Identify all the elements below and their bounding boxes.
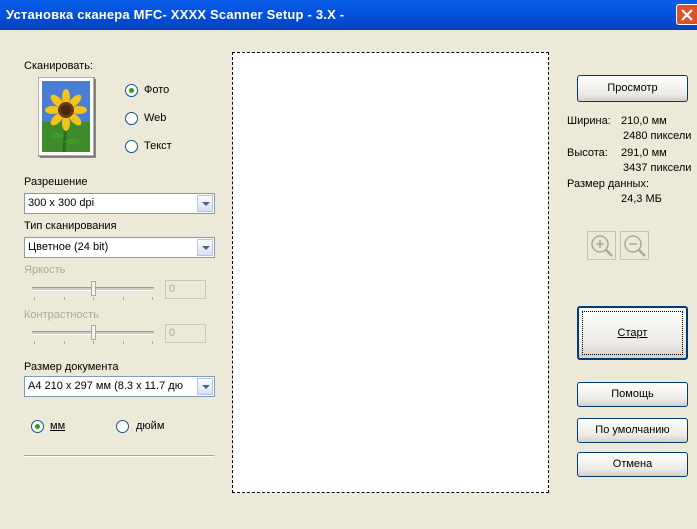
preview-button[interactable]: Просмотр <box>577 75 688 102</box>
doc-size-label: Размер документа <box>24 361 119 373</box>
window-title: Установка сканера MFC- XXXX Scanner Setu… <box>6 7 345 22</box>
zoom-out-button[interactable] <box>620 231 649 260</box>
height-mm: 291,0 мм <box>621 147 667 159</box>
help-button-label: Помощь <box>611 388 654 400</box>
scan-label: Сканировать: <box>24 60 93 72</box>
unit-inch-radio[interactable] <box>116 420 129 433</box>
unit-mm-label[interactable]: мм <box>50 420 65 432</box>
resolution-select[interactable]: 300 x 300 dpi <box>24 193 215 214</box>
help-button[interactable]: Помощь <box>577 382 688 407</box>
doc-size-value: A4 210 x 297 мм (8.3 x 11.7 дю <box>28 380 183 392</box>
brightness-label: Яркость <box>24 264 66 276</box>
contrast-thumb[interactable] <box>91 325 96 340</box>
zoom-out-icon <box>624 235 646 257</box>
start-button[interactable]: Старт <box>577 306 688 360</box>
scan-web-radio[interactable] <box>125 112 138 125</box>
contrast-slider[interactable] <box>32 325 154 345</box>
close-button[interactable] <box>676 4 697 25</box>
data-size-label: Размер данных: <box>567 178 650 190</box>
zoom-in-icon <box>591 235 613 257</box>
scan-preview-area[interactable] <box>232 52 549 493</box>
chevron-down-icon[interactable] <box>197 378 213 395</box>
title-bar: Установка сканера MFC- XXXX Scanner Setu… <box>0 0 697 30</box>
chevron-down-icon[interactable] <box>197 239 213 256</box>
cancel-button-label: Отмена <box>612 458 653 470</box>
brightness-thumb[interactable] <box>91 281 96 296</box>
height-px: 3437 пиксели <box>623 162 692 174</box>
chevron-down-icon[interactable] <box>197 195 213 212</box>
unit-mm-radio[interactable] <box>31 420 44 433</box>
scan-text-radio[interactable] <box>125 140 138 153</box>
contrast-value: 0 <box>165 324 206 343</box>
data-size-value: 24,3 МБ <box>621 193 662 205</box>
brightness-value: 0 <box>165 280 206 299</box>
unit-inch-label[interactable]: дюйм <box>136 420 164 432</box>
defaults-button[interactable]: По умолчанию <box>577 418 688 443</box>
doc-size-select[interactable]: A4 210 x 297 мм (8.3 x 11.7 дю <box>24 376 215 397</box>
scan-photo-label[interactable]: Фото <box>144 84 169 96</box>
close-icon <box>681 9 693 21</box>
width-px: 2480 пиксели <box>623 130 692 142</box>
scan-photo-radio[interactable] <box>125 84 138 97</box>
scan-type-label: Тип сканирования <box>24 220 117 232</box>
scan-type-value: Цветное (24 bit) <box>28 241 109 253</box>
resolution-label: Разрешение <box>24 176 88 188</box>
contrast-label: Контрастность <box>24 309 99 321</box>
scan-web-label[interactable]: Web <box>144 112 166 124</box>
scan-text-label[interactable]: Текст <box>144 140 172 152</box>
width-mm: 210,0 мм <box>621 115 667 127</box>
defaults-button-label: По умолчанию <box>595 424 670 436</box>
photo-icon <box>37 76 97 159</box>
divider <box>24 455 214 457</box>
resolution-value: 300 x 300 dpi <box>28 197 95 209</box>
brightness-slider[interactable] <box>32 281 154 301</box>
height-label: Высота: <box>567 147 608 159</box>
cancel-button[interactable]: Отмена <box>577 452 688 477</box>
scan-type-select[interactable]: Цветное (24 bit) <box>24 237 215 258</box>
start-button-label: Старт <box>617 327 648 339</box>
preview-button-label: Просмотр <box>607 82 658 94</box>
width-label: Ширина: <box>567 115 611 127</box>
zoom-in-button[interactable] <box>587 231 616 260</box>
